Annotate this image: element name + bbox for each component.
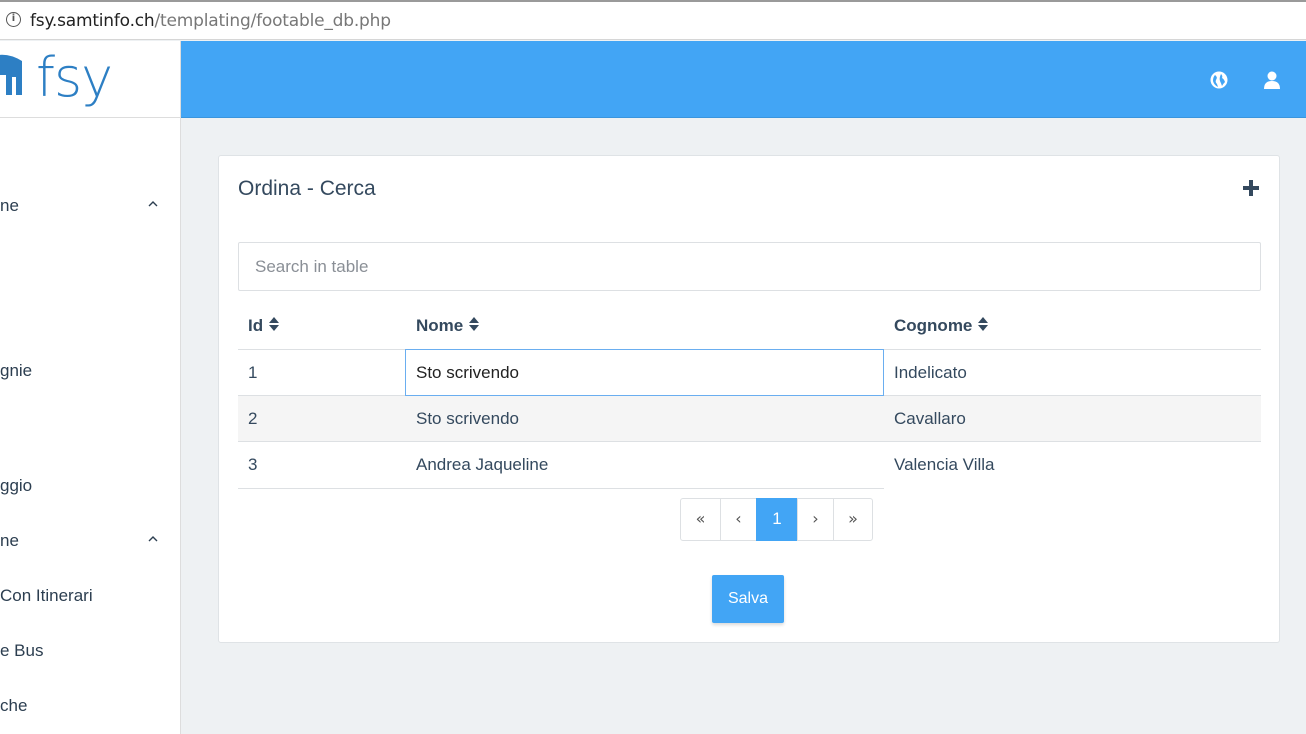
url-path: /templating/footable_db.php xyxy=(154,11,392,31)
chevron-up-icon[interactable] xyxy=(148,199,158,209)
table-row[interactable]: 1 Indelicato xyxy=(238,349,1261,396)
sort-icon[interactable] xyxy=(978,316,989,333)
page-last-button[interactable]: » xyxy=(833,498,873,541)
url-host: fsy.samtinfo.ch xyxy=(30,11,155,31)
column-header-id[interactable]: Id xyxy=(248,316,280,336)
globe-icon[interactable] xyxy=(1210,71,1228,89)
card-title: Ordina - Cerca xyxy=(238,177,376,200)
page-next-button[interactable]: › xyxy=(797,498,834,541)
cell-id: 2 xyxy=(248,409,258,428)
column-header-label: Cognome xyxy=(894,316,973,335)
sidebar-item-6[interactable]: e Bus xyxy=(0,641,43,661)
sidebar-item-label: ne xyxy=(0,196,19,215)
table-row[interactable]: 2 Sto scrivendo Cavallaro xyxy=(238,396,1261,442)
cell-id: 1 xyxy=(248,363,258,382)
cell-nome[interactable]: Sto scrivendo xyxy=(416,409,519,429)
page-first-button[interactable]: « xyxy=(680,498,721,541)
cell-id: 3 xyxy=(248,455,258,474)
sidebar-item-1[interactable]: ne xyxy=(0,196,180,216)
sidebar-item-2[interactable]: gnie xyxy=(0,361,32,381)
sidebar-item-3[interactable]: ggio xyxy=(0,476,32,496)
logo-text: fsy xyxy=(36,46,113,109)
table-row[interactable]: 3 Andrea Jaqueline Valencia Villa xyxy=(238,442,1261,488)
cell-cognome: Indelicato xyxy=(894,363,967,382)
sidebar-item-label: ne xyxy=(0,531,19,550)
cell-cognome: Cavallaro xyxy=(894,409,966,428)
sidebar-item-label: Con Itinerari xyxy=(0,586,93,605)
search-input[interactable] xyxy=(238,242,1261,291)
save-button[interactable]: Salva xyxy=(712,575,784,623)
url-field[interactable]: fsy.samtinfo.ch/templating/footable_db.p… xyxy=(30,11,391,31)
sort-icon[interactable] xyxy=(469,316,480,333)
sidebar: ne gnie ggio ne Con Itinerari e Bus che xyxy=(0,118,181,734)
cell-cognome: Valencia Villa xyxy=(894,455,995,474)
logo-mark-icon xyxy=(0,54,22,95)
nome-edit-field[interactable] xyxy=(405,349,884,396)
browser-address-bar: i fsy.samtinfo.ch/templating/footable_db… xyxy=(0,0,1306,40)
pagination: « ‹ 1 › » xyxy=(680,498,873,541)
sidebar-item-label: che xyxy=(0,696,28,715)
info-icon[interactable]: i xyxy=(6,12,21,27)
add-row-icon[interactable] xyxy=(1243,180,1259,196)
cell-nome[interactable]: Andrea Jaqueline xyxy=(416,455,548,475)
sidebar-item-label: e Bus xyxy=(0,641,44,660)
table-bottom-divider xyxy=(238,488,884,489)
sort-icon[interactable] xyxy=(269,316,280,333)
column-header-cognome[interactable]: Cognome xyxy=(894,316,989,336)
sidebar-item-5[interactable]: Con Itinerari xyxy=(0,586,93,606)
table-card: Ordina - Cerca Id Nome Cognome 1 Indelic… xyxy=(218,155,1280,643)
column-header-label: Nome xyxy=(416,316,464,335)
chevron-up-icon[interactable] xyxy=(148,534,158,544)
top-header xyxy=(181,41,1306,118)
sidebar-item-7[interactable]: che xyxy=(0,696,27,716)
page-current-button[interactable]: 1 xyxy=(756,498,798,541)
logo-area[interactable]: fsy xyxy=(0,41,181,118)
sidebar-item-label: ggio xyxy=(0,476,33,495)
user-icon[interactable] xyxy=(1264,71,1280,89)
sidebar-item-label: gnie xyxy=(0,361,33,380)
column-header-nome[interactable]: Nome xyxy=(416,316,480,336)
page-prev-button[interactable]: ‹ xyxy=(720,498,757,541)
column-header-label: Id xyxy=(248,316,264,335)
sidebar-item-4[interactable]: ne xyxy=(0,531,180,551)
